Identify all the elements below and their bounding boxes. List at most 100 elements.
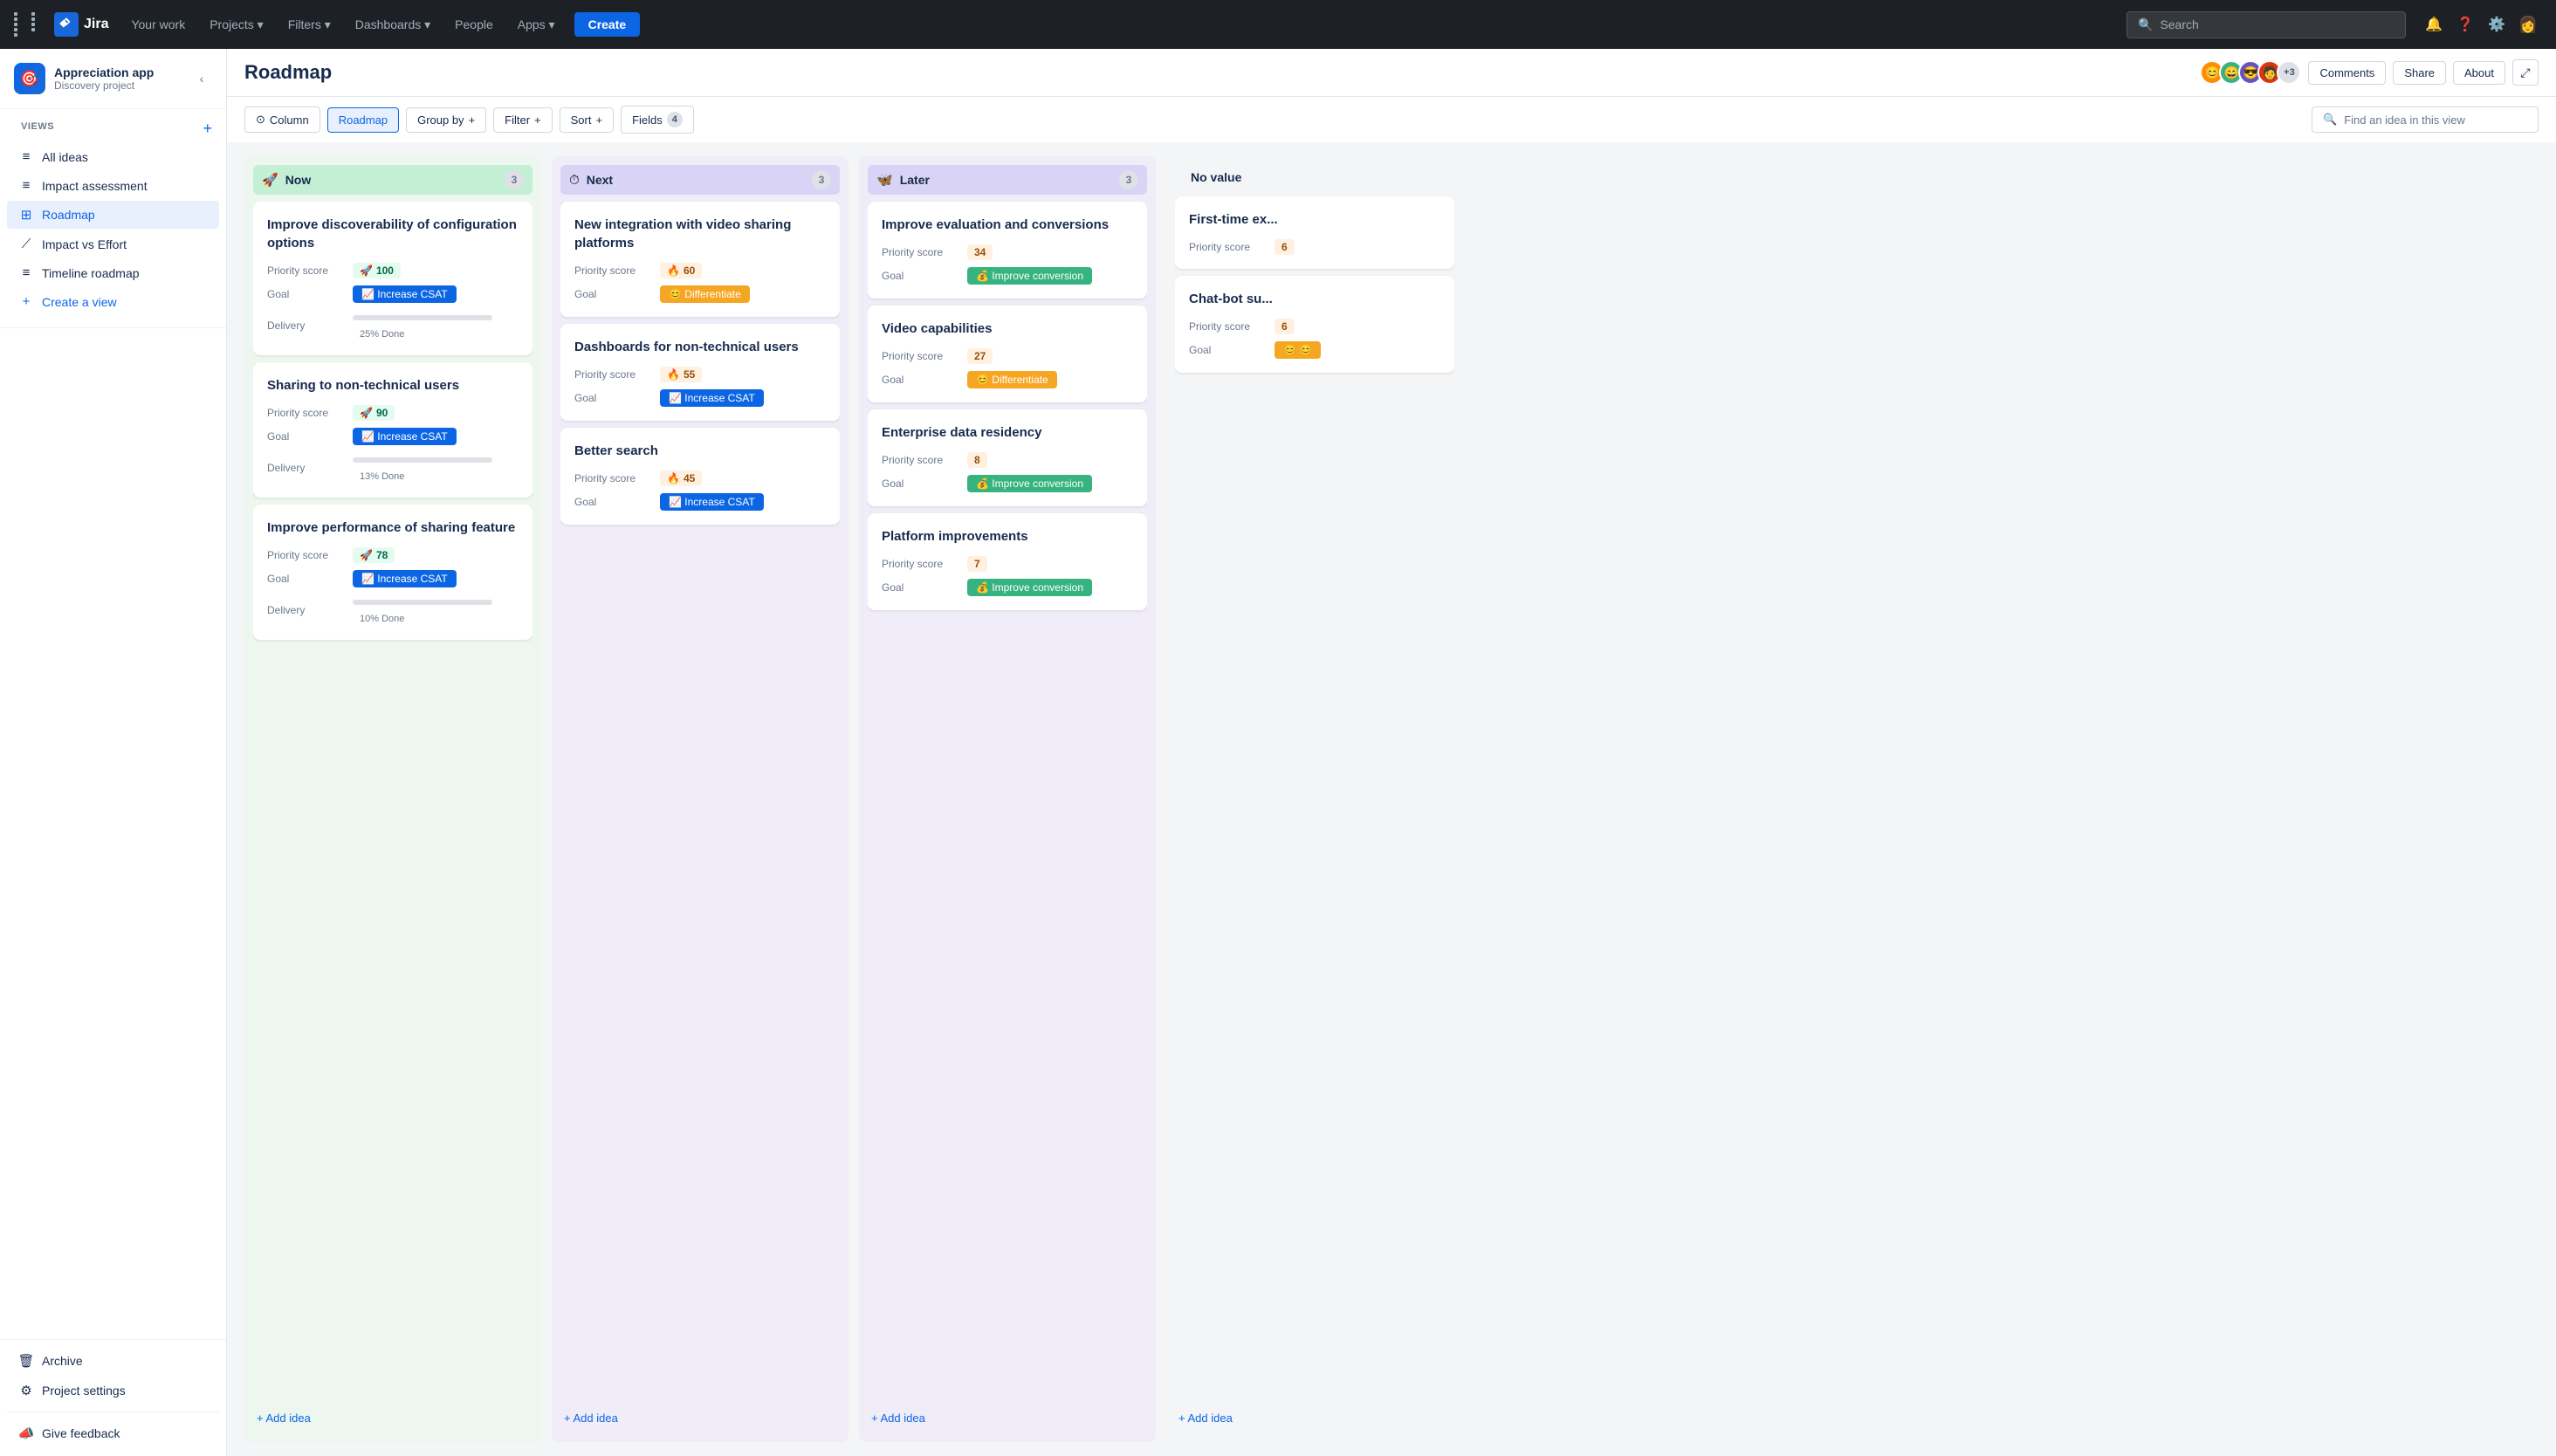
priority-label: Priority score <box>574 264 653 277</box>
add-idea-button[interactable]: + Add idea <box>253 1403 532 1433</box>
card-title: Improve evaluation and conversions <box>882 216 1133 234</box>
goal-label: Goal <box>882 270 960 282</box>
top-navigation: Jira Your work Projects ▾ Filters ▾ Dash… <box>0 0 2556 49</box>
column-noval: No value First-time ex... Priority score… <box>1166 156 1463 1442</box>
share-button[interactable]: Share <box>2393 61 2446 85</box>
fields-count-badge: 4 <box>667 112 683 127</box>
sidebar-item-settings[interactable]: ⚙ Project settings <box>7 1377 219 1404</box>
goal-label: Goal <box>574 496 653 508</box>
sidebar-item-archive[interactable]: 🗑 Archive <box>7 1347 219 1375</box>
card[interactable]: Sharing to non-technical users Priority … <box>253 362 532 498</box>
column-next: ⏱ Next 3 New integration with video shar… <box>552 156 849 1442</box>
card[interactable]: Better search Priority score 🔥45 Goal 📈 … <box>560 428 840 525</box>
idea-search[interactable]: 🔍 Find an idea in this view <box>2312 106 2539 133</box>
column-header-noval: No value <box>1175 165 1454 189</box>
cards-next: New integration with video sharing platf… <box>560 202 840 1403</box>
help-button[interactable]: ❓ <box>2451 10 2479 38</box>
column-header-later: 🦋 Later 3 <box>868 165 1147 195</box>
delivery-bar: 10% Done <box>353 594 519 626</box>
priority-label: Priority score <box>1189 320 1268 333</box>
timeline-icon: ≡ <box>17 265 35 280</box>
add-idea-button[interactable]: + Add idea <box>868 1403 1147 1433</box>
cards-later: Improve evaluation and conversions Prior… <box>868 202 1147 1403</box>
sidebar-item-impact-effort[interactable]: ⟋ Impact vs Effort <box>7 230 219 258</box>
card[interactable]: Video capabilities Priority score 27 Goa… <box>868 306 1147 402</box>
project-type: Discovery project <box>54 79 154 92</box>
card[interactable]: Improve discoverability of configuration… <box>253 202 532 355</box>
card-title: New integration with video sharing platf… <box>574 216 826 252</box>
comments-button[interactable]: Comments <box>2308 61 2386 85</box>
column-count: 3 <box>1119 170 1138 189</box>
column-count: 3 <box>812 170 831 189</box>
about-button[interactable]: About <box>2453 61 2505 85</box>
cards-now: Improve discoverability of configuration… <box>253 202 532 1403</box>
filter-button[interactable]: Filter + <box>493 107 552 133</box>
settings-button[interactable]: ⚙️ <box>2483 10 2511 38</box>
card-title: First-time ex... <box>1189 210 1440 229</box>
card[interactable]: First-time ex... Priority score 6 <box>1175 196 1454 269</box>
delivery-label: Delivery <box>267 462 346 474</box>
nav-dashboards[interactable]: Dashboards ▾ <box>347 12 439 38</box>
plus-icon: + <box>595 113 602 127</box>
sidebar-item-all-ideas[interactable]: ≡ All ideas <box>7 143 219 170</box>
card-title: Dashboards for non-technical users <box>574 338 826 356</box>
groupby-button[interactable]: Group by + <box>406 107 486 133</box>
priority-label: Priority score <box>882 454 960 466</box>
delivery-bar: 13% Done <box>353 452 519 484</box>
card[interactable]: Improve performance of sharing feature P… <box>253 505 532 640</box>
app-grid-icon[interactable] <box>14 12 47 37</box>
add-idea-button[interactable]: + Add idea <box>560 1403 840 1433</box>
sidebar-item-create-view[interactable]: + Create a view <box>7 288 219 315</box>
column-title: Later <box>900 173 1112 187</box>
add-idea-button[interactable]: + Add idea <box>1175 1403 1454 1433</box>
project-avatar: 🎯 <box>14 63 45 94</box>
search-placeholder: Search <box>2160 17 2198 31</box>
sidebar-item-timeline[interactable]: ≡ Timeline roadmap <box>7 259 219 286</box>
column-count: 3 <box>505 170 524 189</box>
card[interactable]: Enterprise data residency Priority score… <box>868 409 1147 506</box>
create-button[interactable]: Create <box>574 12 641 37</box>
card[interactable]: Chat-bot su... Priority score 6 Goal 😊 😊 <box>1175 276 1454 373</box>
nav-projects[interactable]: Projects ▾ <box>201 12 272 38</box>
column-now: 🚀 Now 3 Improve discoverability of confi… <box>244 156 541 1442</box>
sort-button[interactable]: Sort + <box>560 107 614 133</box>
card[interactable]: New integration with video sharing platf… <box>560 202 840 317</box>
nav-filters[interactable]: Filters ▾ <box>279 12 340 38</box>
goal-label: Goal <box>882 374 960 386</box>
priority-label: Priority score <box>882 558 960 570</box>
card[interactable]: Dashboards for non-technical users Prior… <box>560 324 840 421</box>
goal-label: Goal <box>267 430 346 443</box>
fields-button[interactable]: Fields 4 <box>621 106 694 134</box>
sidebar: 🎯 Appreciation app Discovery project ‹ V… <box>0 49 227 1456</box>
expand-button[interactable]: ⤢ <box>2512 59 2539 86</box>
column-button[interactable]: ⊙ Column <box>244 106 320 133</box>
search-icon: 🔍 <box>2323 113 2337 127</box>
nav-your-work[interactable]: Your work <box>122 12 194 37</box>
goal-label: Goal <box>1189 344 1268 356</box>
card-title: Improve performance of sharing feature <box>267 519 519 537</box>
sidebar-item-impact-assessment[interactable]: ≡ Impact assessment <box>7 172 219 199</box>
global-search[interactable]: 🔍 Search <box>2127 11 2406 38</box>
card[interactable]: Improve evaluation and conversions Prior… <box>868 202 1147 299</box>
views-section-label: VIEWS <box>14 121 61 137</box>
column-title: Next <box>587 173 805 187</box>
priority-label: Priority score <box>574 368 653 381</box>
add-view-button[interactable]: + <box>203 120 212 138</box>
nav-people[interactable]: People <box>446 12 502 37</box>
roadmap-button[interactable]: Roadmap <box>327 107 399 133</box>
nav-apps[interactable]: Apps ▾ <box>509 12 564 38</box>
card-title: Sharing to non-technical users <box>267 376 519 395</box>
sidebar-collapse-button[interactable]: ‹ <box>191 68 212 89</box>
goal-label: Goal <box>882 477 960 490</box>
notifications-button[interactable]: 🔔 <box>2420 10 2448 38</box>
priority-label: Priority score <box>267 407 346 419</box>
card-title: Video capabilities <box>882 319 1133 338</box>
sidebar-item-roadmap[interactable]: ⊞ Roadmap <box>7 201 219 229</box>
sidebar-item-feedback[interactable]: 📣 Give feedback <box>7 1419 219 1447</box>
kanban-board: 🚀 Now 3 Improve discoverability of confi… <box>227 142 2556 1456</box>
card[interactable]: Platform improvements Priority score 7 G… <box>868 513 1147 610</box>
user-avatar[interactable]: 👩 <box>2514 10 2542 38</box>
jira-logo[interactable]: Jira <box>54 12 108 37</box>
delivery-label: Delivery <box>267 604 346 616</box>
priority-label: Priority score <box>882 246 960 258</box>
